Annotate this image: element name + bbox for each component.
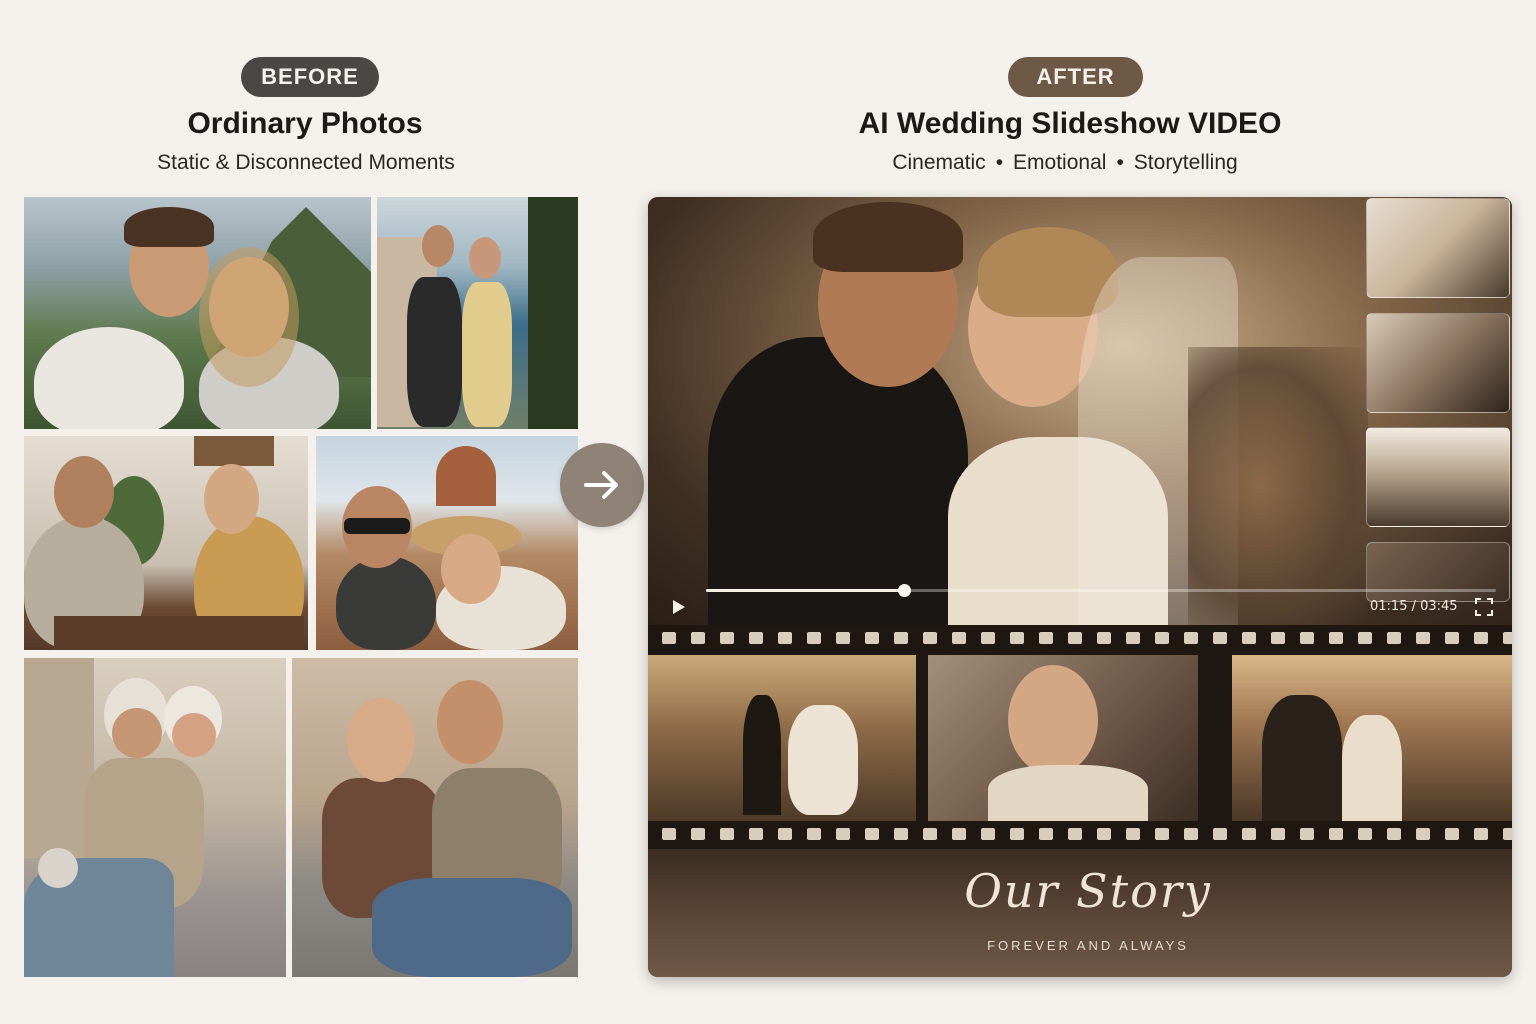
photo-collage bbox=[24, 197, 578, 977]
thumbnail-couple-kiss[interactable] bbox=[1366, 313, 1510, 413]
filmstrip-sprockets-top bbox=[648, 631, 1512, 645]
sprocket-hole bbox=[1039, 828, 1053, 840]
photo-coastal-couple bbox=[377, 197, 578, 429]
subtitle-cinematic: Cinematic bbox=[892, 151, 986, 174]
sprocket-hole bbox=[923, 828, 937, 840]
fullscreen-icon[interactable] bbox=[1474, 597, 1494, 617]
sprocket-hole bbox=[1271, 828, 1285, 840]
sprocket-hole bbox=[836, 632, 850, 644]
sprocket-hole bbox=[1474, 828, 1488, 840]
sprocket-hole bbox=[749, 828, 763, 840]
thumbnail-rings[interactable] bbox=[1366, 542, 1510, 602]
sprocket-hole bbox=[691, 632, 705, 644]
sprocket-hole bbox=[1358, 828, 1372, 840]
sprocket-hole bbox=[981, 632, 995, 644]
sprocket-hole bbox=[1271, 632, 1285, 644]
subtitle-emotional: Emotional bbox=[1013, 151, 1107, 174]
filmstrip bbox=[648, 625, 1512, 849]
sprocket-hole bbox=[1416, 828, 1430, 840]
sprocket-hole bbox=[894, 632, 908, 644]
thumbnail-ceremony-aisle[interactable] bbox=[1366, 427, 1510, 527]
sprocket-hole bbox=[1358, 632, 1372, 644]
video-thumbnail-strip bbox=[1366, 197, 1512, 625]
sprocket-hole bbox=[1039, 632, 1053, 644]
sprocket-hole bbox=[1126, 828, 1140, 840]
photo-scooter bbox=[24, 658, 286, 977]
sprocket-hole bbox=[923, 632, 937, 644]
sprocket-hole bbox=[720, 828, 734, 840]
progress-fill bbox=[706, 589, 904, 592]
subtitle-separator: • bbox=[1116, 151, 1124, 174]
sprocket-hole bbox=[1068, 632, 1082, 644]
sprocket-hole bbox=[952, 632, 966, 644]
sprocket-hole bbox=[1329, 632, 1343, 644]
sprocket-hole bbox=[865, 632, 879, 644]
film-frame-sunset-couple[interactable] bbox=[1232, 655, 1512, 821]
sprocket-hole bbox=[807, 828, 821, 840]
sprocket-hole bbox=[952, 828, 966, 840]
sprocket-hole bbox=[1329, 828, 1343, 840]
sprocket-hole bbox=[1213, 632, 1227, 644]
sprocket-hole bbox=[1387, 828, 1401, 840]
sprocket-hole bbox=[1416, 632, 1430, 644]
sprocket-hole bbox=[749, 632, 763, 644]
sprocket-hole bbox=[1503, 828, 1512, 840]
sprocket-hole bbox=[720, 632, 734, 644]
sprocket-hole bbox=[1184, 632, 1198, 644]
sprocket-hole bbox=[894, 828, 908, 840]
playback-time: 01:15 / 03:45 bbox=[1370, 599, 1458, 614]
before-subtitle: Static & Disconnected Moments bbox=[157, 151, 455, 174]
filmstrip-sprockets-bottom bbox=[648, 827, 1512, 841]
subtitle-separator: • bbox=[995, 151, 1004, 174]
sprocket-hole bbox=[807, 632, 821, 644]
sprocket-hole bbox=[1474, 632, 1488, 644]
sprocket-hole bbox=[1300, 828, 1314, 840]
sprocket-hole bbox=[1184, 828, 1198, 840]
forever-tagline: FOREVER AND ALWAYS bbox=[987, 938, 1189, 953]
sprocket-hole bbox=[1155, 632, 1169, 644]
photo-mountain-selfie bbox=[24, 197, 371, 429]
sprocket-hole bbox=[865, 828, 879, 840]
sprocket-hole bbox=[1010, 828, 1024, 840]
sprocket-hole bbox=[662, 632, 676, 644]
film-frame-bride-portrait[interactable] bbox=[928, 655, 1198, 821]
before-title: Ordinary Photos bbox=[187, 107, 423, 140]
play-icon[interactable] bbox=[668, 597, 688, 617]
photo-sofa bbox=[292, 658, 578, 977]
after-title: AI Wedding Slideshow VIDEO bbox=[858, 107, 1282, 140]
sprocket-hole bbox=[1155, 828, 1169, 840]
subtitle-storytelling: Storytelling bbox=[1133, 151, 1238, 174]
sprocket-hole bbox=[1445, 828, 1459, 840]
arrow-right-icon bbox=[560, 443, 644, 527]
sprocket-hole bbox=[1503, 632, 1512, 644]
our-story-title: Our Story bbox=[964, 864, 1212, 918]
progress-bar[interactable] bbox=[706, 584, 1496, 597]
after-subtitle: Cinematic • Emotional • Storytelling bbox=[840, 151, 1290, 175]
before-badge: BEFORE bbox=[241, 57, 379, 97]
photo-restaurant bbox=[24, 436, 308, 650]
after-badge: AFTER bbox=[1008, 57, 1143, 97]
video-player[interactable]: 01:15 / 03:45 Our Story FOREVER AND ALWA… bbox=[648, 197, 1512, 977]
sprocket-hole bbox=[1242, 632, 1256, 644]
film-frame-walking[interactable] bbox=[648, 655, 916, 821]
sprocket-hole bbox=[1242, 828, 1256, 840]
sprocket-hole bbox=[1068, 828, 1082, 840]
progress-handle[interactable] bbox=[897, 584, 911, 597]
sprocket-hole bbox=[1300, 632, 1314, 644]
sprocket-hole bbox=[1010, 632, 1024, 644]
sprocket-hole bbox=[1126, 632, 1140, 644]
photo-city-hat bbox=[316, 436, 578, 650]
sprocket-hole bbox=[1097, 632, 1111, 644]
sprocket-hole bbox=[1445, 632, 1459, 644]
sprocket-hole bbox=[1213, 828, 1227, 840]
sprocket-hole bbox=[1387, 632, 1401, 644]
thumbnail-bride-bouquet[interactable] bbox=[1366, 198, 1510, 298]
sprocket-hole bbox=[1097, 828, 1111, 840]
sprocket-hole bbox=[662, 828, 676, 840]
sprocket-hole bbox=[691, 828, 705, 840]
sprocket-hole bbox=[778, 828, 792, 840]
sprocket-hole bbox=[981, 828, 995, 840]
sprocket-hole bbox=[778, 632, 792, 644]
sprocket-hole bbox=[836, 828, 850, 840]
